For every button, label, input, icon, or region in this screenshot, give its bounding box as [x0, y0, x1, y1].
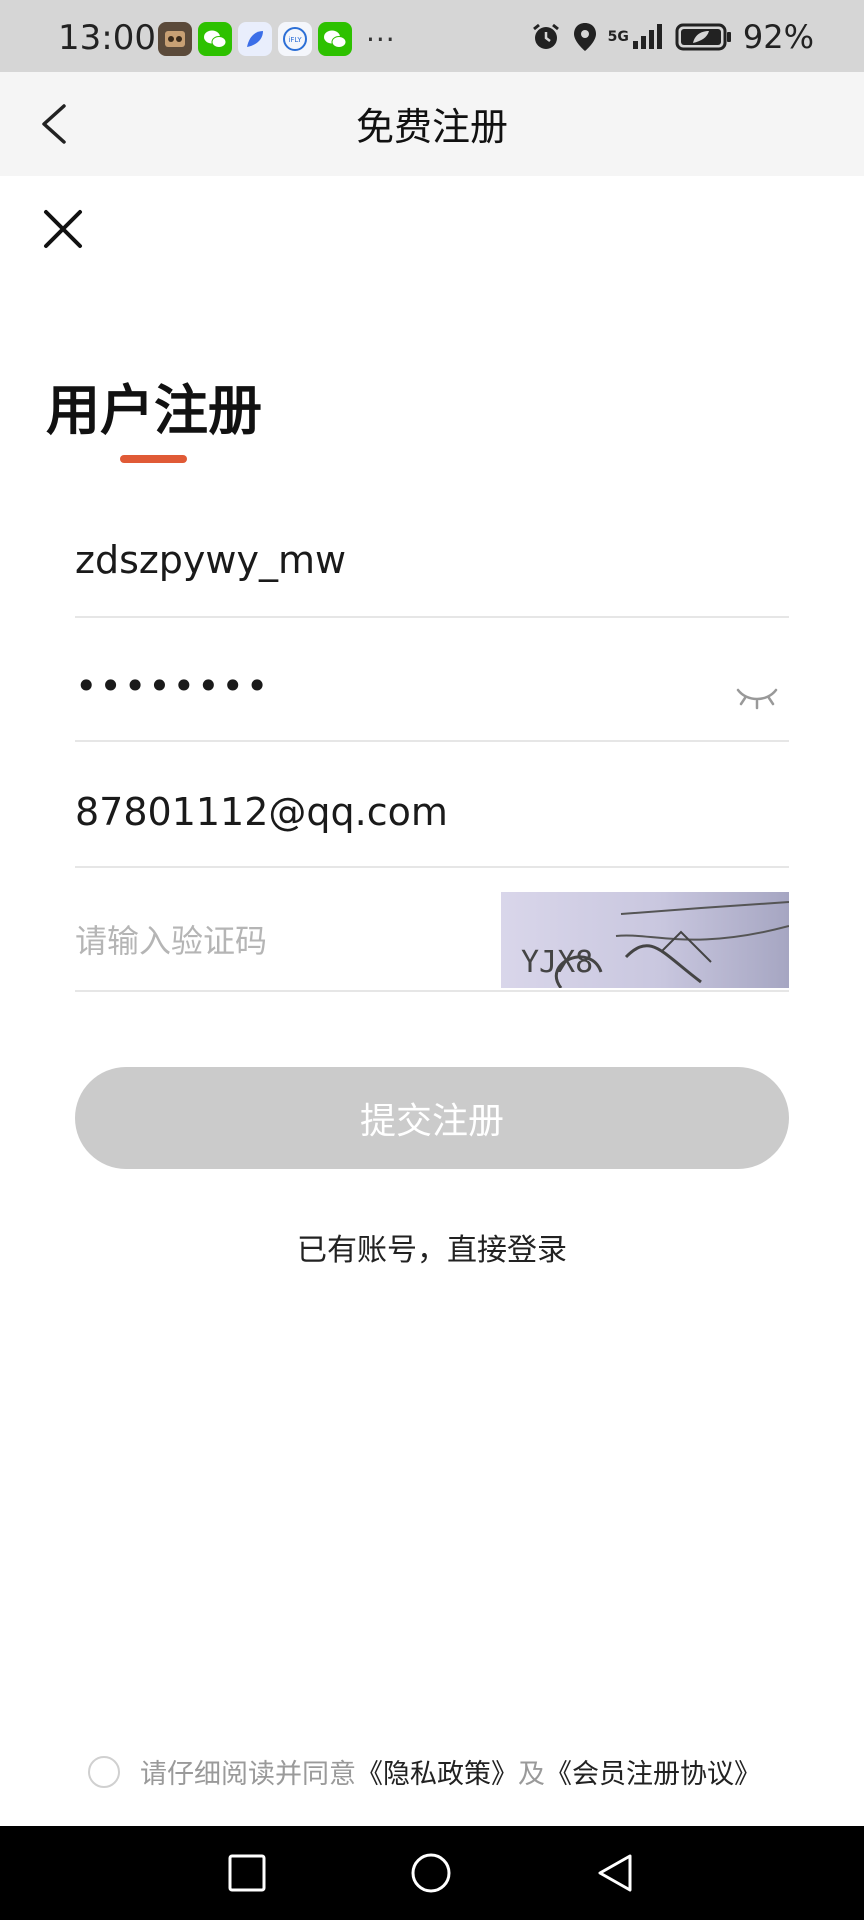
submit-register-button[interactable]: 提交注册: [75, 1067, 789, 1169]
svg-text:YJX8: YJX8: [521, 945, 593, 980]
location-icon: [573, 23, 596, 51]
eye-closed-icon[interactable]: [735, 682, 779, 712]
wechat-icon: [318, 22, 352, 56]
battery-icon: [675, 23, 731, 51]
privacy-policy-link[interactable]: 《隐私政策》: [356, 1752, 518, 1791]
more-notifications: ···: [366, 22, 396, 56]
status-time: 13:00: [58, 18, 156, 58]
feather-app-icon: [238, 22, 272, 56]
page-title: 用户注册: [46, 379, 262, 442]
system-icons: 5G 92%: [530, 18, 814, 56]
game-app-icon: [158, 22, 192, 56]
battery-percent: 92%: [742, 18, 814, 56]
header-title: 免费注册: [355, 105, 508, 149]
email-input[interactable]: [75, 790, 789, 834]
captcha-input[interactable]: [75, 922, 475, 960]
wechat-icon: [198, 22, 232, 56]
notification-icons: iFLY ···: [158, 22, 396, 56]
back-triangle-icon[interactable]: [592, 1850, 638, 1896]
password-field: [75, 652, 789, 742]
email-field: [75, 778, 789, 868]
system-nav-bar: [0, 1826, 864, 1920]
password-input[interactable]: [75, 664, 675, 708]
captcha-image[interactable]: YJX8: [501, 892, 790, 989]
home-circle-icon[interactable]: [408, 1850, 454, 1896]
agreement-joiner: 及: [518, 1759, 545, 1790]
member-agreement-link[interactable]: 《会员注册协议》: [545, 1752, 761, 1791]
agreement-row: 请仔细阅读并同意 《隐私政策》 及 《会员注册协议》: [88, 1752, 761, 1791]
captcha-field: YJX8: [75, 890, 790, 992]
login-link[interactable]: 已有账号，直接登录: [0, 1225, 864, 1269]
ifly-icon: iFLY: [278, 22, 312, 56]
agreement-prefix: 请仔细阅读并同意: [140, 1759, 356, 1790]
username-input[interactable]: [75, 538, 789, 582]
svg-text:iFLY: iFLY: [288, 36, 302, 44]
agree-checkbox[interactable]: [88, 1755, 120, 1788]
status-bar: 13:00 iFLY ··· 5G 92%: [0, 0, 864, 72]
signal-icon: 5G: [608, 23, 665, 51]
app-header: 免费注册: [0, 72, 864, 176]
username-field: [75, 528, 789, 618]
close-button[interactable]: [40, 206, 86, 252]
captcha-graphic: YJX8: [521, 901, 790, 989]
alarm-icon: [532, 23, 559, 49]
recents-square-icon[interactable]: [224, 1850, 270, 1896]
title-underline: [120, 455, 187, 463]
